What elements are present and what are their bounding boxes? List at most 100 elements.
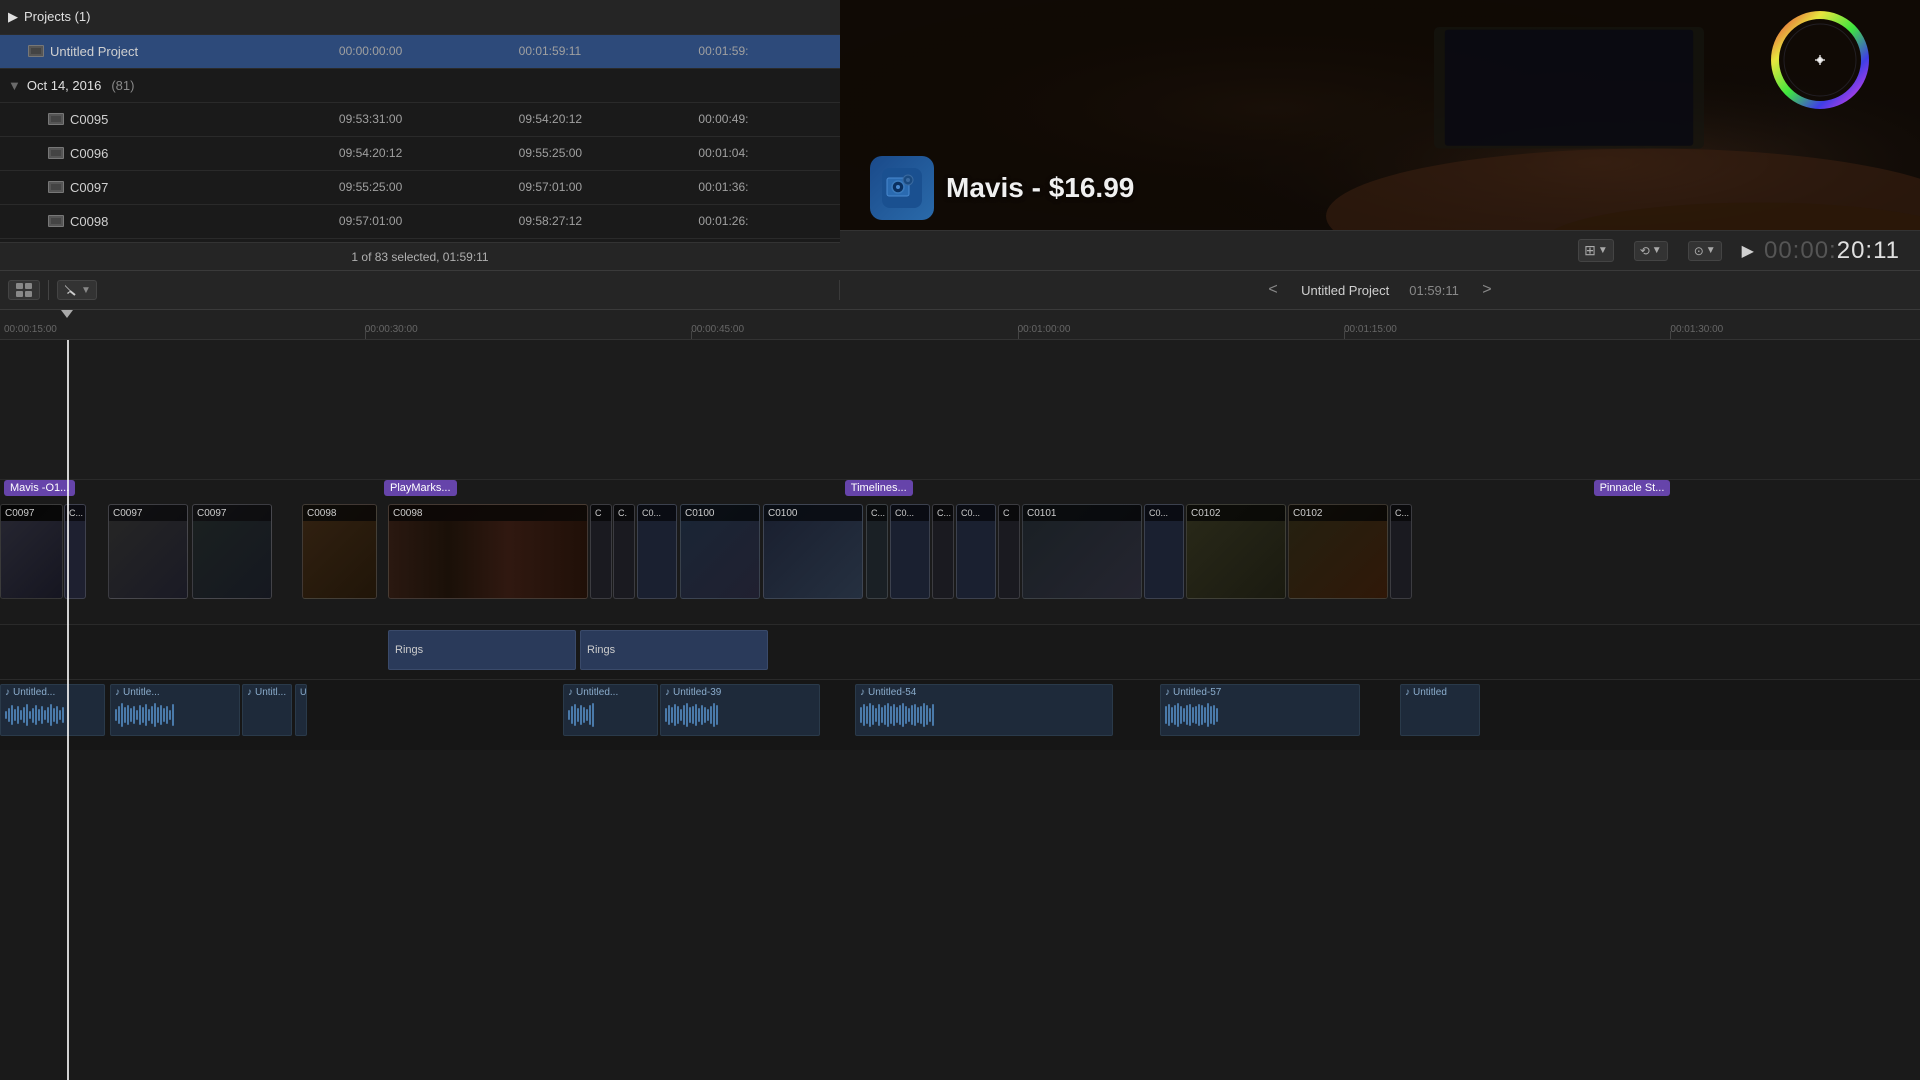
clip-c0098-1[interactable]: C0098	[302, 504, 377, 599]
clip-duration: 00:01:26:	[690, 204, 840, 238]
browser-status-bar: 1 of 83 selected, 01:59:11	[0, 242, 840, 270]
browser-projects-header: ▶ Projects (1)	[0, 0, 840, 34]
audio-label: ♪ Untitled	[1401, 685, 1479, 700]
browser-panel: ▶ Projects (1) Untitled Project	[0, 0, 840, 270]
clip-c0-2[interactable]: C0...	[890, 504, 930, 599]
transform-dropdown[interactable]: ⟲ ▼	[1634, 241, 1668, 261]
clip-start: 09:53:31:00	[331, 102, 511, 136]
clip-visual	[1023, 521, 1141, 599]
clip-c0102-2[interactable]: C0102	[1288, 504, 1388, 599]
audio-clip-rings-1[interactable]: Rings	[388, 630, 576, 670]
audio-label: ♪ Untitle...	[111, 685, 239, 700]
clip-visual	[109, 521, 187, 599]
timeline-nav-forward[interactable]: >	[1475, 278, 1499, 302]
timeline-nav-back[interactable]: <	[1261, 278, 1285, 302]
audio-seg-3[interactable]: ♪ Untitl...	[242, 684, 292, 736]
timeline-tracks: Mavis -O1... PlayMarks... Timelines... P…	[0, 340, 1920, 1080]
clip-start: 09:57:01:00	[331, 204, 511, 238]
audio-waveform	[564, 700, 657, 730]
status-text: 1 of 83 selected, 01:59:11	[351, 250, 488, 264]
project-end: 00:01:59:11	[511, 34, 691, 68]
view-dropdown[interactable]: ⊞ ▼	[1578, 239, 1614, 262]
clip-c0100-1[interactable]: C0100	[680, 504, 760, 599]
clip-name: C0097	[193, 505, 271, 521]
audio-label: ♪ Untitled...	[564, 685, 657, 700]
clip-icon	[48, 113, 64, 125]
clip-short-1[interactable]: C...	[64, 504, 86, 599]
audio-seg-5[interactable]: ♪ Untitled...	[563, 684, 658, 736]
clip-c0097-1[interactable]: C0097	[0, 504, 63, 599]
play-button[interactable]: ▶	[1742, 241, 1754, 261]
clip-c0098-2[interactable]: C0098	[388, 504, 588, 599]
group-triangle-icon: ▼	[8, 78, 21, 93]
clip-end: 09:57:01:00	[511, 170, 691, 204]
clip-c0101[interactable]: C0101	[1022, 504, 1142, 599]
audio-seg-1[interactable]: ♪ Untitled...	[0, 684, 105, 736]
audio-clip-rings-2[interactable]: Rings	[580, 630, 768, 670]
timeline-container: 00:00:15:00 00:00:30:00 00:00:45:00 00:0…	[0, 310, 1920, 1080]
browser-scroll[interactable]: ▶ Projects (1) Untitled Project	[0, 0, 840, 242]
chapter-label: Timelines...	[845, 480, 913, 496]
clip-end: 09:54:20:12	[511, 102, 691, 136]
audio-waveform	[1161, 700, 1359, 730]
clip-c0102-1[interactable]: C0102	[1186, 504, 1286, 599]
group-name: Oct 14, 2016	[27, 78, 101, 93]
clip-c0097-3[interactable]: C0097	[192, 504, 272, 599]
clip-row-c0097[interactable]: C0097 09:55:25:00 09:57:01:00 00:01:36:	[0, 170, 840, 204]
clip-name: C0100	[764, 505, 862, 521]
ruler-mark-3: 00:01:00:00	[1018, 324, 1071, 335]
group-row-oct14[interactable]: ▼ Oct 14, 2016 (81)	[0, 68, 840, 102]
project-name: Untitled Project	[50, 44, 138, 59]
clip-c-sm2[interactable]: C.	[613, 504, 635, 599]
audio-seg-4[interactable]: U	[295, 684, 307, 736]
clip-c-sm6[interactable]: C...	[1390, 504, 1412, 599]
clip-row-c0098[interactable]: C0098 09:57:01:00 09:58:27:12 00:01:26:	[0, 204, 840, 238]
project-row-untitled[interactable]: Untitled Project 00:00:00:00 00:01:59:11…	[0, 34, 840, 68]
audio-label: ♪ Untitled...	[1, 685, 104, 700]
clip-c-sm4[interactable]: C...	[932, 504, 954, 599]
clip-c0-3[interactable]: C0...	[956, 504, 996, 599]
audio-seg-7[interactable]: ♪ Untitled-54	[855, 684, 1113, 736]
clip-icon	[48, 181, 64, 193]
clip-c0100-2[interactable]: C0100	[763, 504, 863, 599]
separator	[48, 280, 49, 300]
preview-controls-bar: ⊞ ▼ ⟲ ▼ ⊙ ▼	[840, 230, 1920, 270]
audio-seg-2[interactable]: ♪ Untitle...	[110, 684, 240, 736]
speed-dropdown[interactable]: ⊙ ▼	[1688, 241, 1722, 261]
toolbar: ▼ < Untitled Project 01:59:11 >	[0, 270, 1920, 310]
audio-seg-8[interactable]: ♪ Untitled-57	[1160, 684, 1360, 736]
speed-control-group: ⊙ ▼	[1688, 241, 1722, 261]
clip-c0-4[interactable]: C0...	[1144, 504, 1184, 599]
playback-controls: ▶ 00:00:20:11	[1742, 237, 1900, 265]
timeline-ruler[interactable]: 00:00:15:00 00:00:30:00 00:00:45:00 00:0…	[0, 310, 1920, 340]
toolbar-left: ▼	[0, 280, 840, 300]
clip-name: C0098	[303, 505, 376, 521]
clip-c0-1[interactable]: C0...	[637, 504, 677, 599]
tool-selector[interactable]: ▼	[57, 280, 97, 300]
audio-waveform	[661, 700, 819, 730]
clip-name: C0102	[1187, 505, 1285, 521]
clip-duration: 00:01:36:	[690, 170, 840, 204]
clip-row-c0095[interactable]: C0095 09:53:31:00 09:54:20:12 00:00:49:	[0, 102, 840, 136]
toolbar-right: < Untitled Project 01:59:11 >	[840, 278, 1920, 302]
clip-row-c0096[interactable]: C0096 09:54:20:12 09:55:25:00 00:01:04:	[0, 136, 840, 170]
chapter-marker-mavis: Mavis -O1...	[4, 480, 75, 498]
clip-c-sm5[interactable]: C	[998, 504, 1020, 599]
app-badge: Mavis - $16.99	[870, 156, 1134, 220]
clip-name: C0102	[1289, 505, 1387, 521]
ruler-tick	[1344, 331, 1345, 339]
clip-visual	[1289, 521, 1387, 599]
preview-panel: Mavis - $16.99 ⊞ ▼ ⟲ ▼	[840, 0, 1920, 270]
project-duration: 00:01:59:	[690, 34, 840, 68]
clip-c-sm1[interactable]: C	[590, 504, 612, 599]
clip-c-sm3[interactable]: C...	[866, 504, 888, 599]
audio-seg-6[interactable]: ♪ Untitled-39	[660, 684, 820, 736]
clip-c0097-2[interactable]: C0097	[108, 504, 188, 599]
audio-seg-9[interactable]: ♪ Untitled	[1400, 684, 1480, 736]
timecode-display: 00:00:20:11	[1764, 237, 1900, 265]
clip-name: C0100	[681, 505, 759, 521]
view-selector-button[interactable]	[8, 280, 40, 300]
clip-end: 09:58:27:12	[511, 204, 691, 238]
clip-name: C0...	[957, 505, 995, 521]
audio-waveform	[856, 700, 1112, 730]
